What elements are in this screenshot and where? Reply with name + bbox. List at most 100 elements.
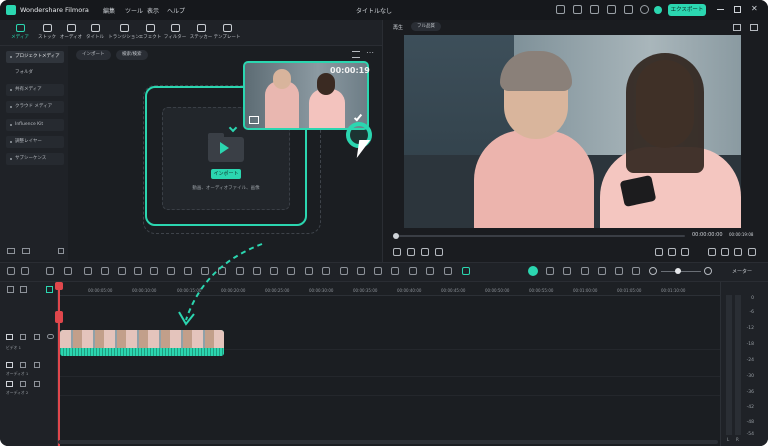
tab-stickers[interactable]: ステッカー [187,23,215,45]
tab-titles[interactable]: タイトル [81,23,109,45]
stop-icon[interactable] [435,248,443,256]
magnet-icon[interactable] [46,286,53,293]
lock-icon[interactable] [20,334,26,340]
next-frame-icon[interactable] [421,248,429,256]
tracking-icon[interactable] [391,267,399,275]
info-icon[interactable] [624,5,633,14]
scrubber-handle[interactable] [393,233,399,239]
speaker-icon[interactable] [34,362,40,368]
split-icon[interactable] [681,248,689,256]
display-icon[interactable] [708,248,716,256]
undo-icon[interactable] [46,267,54,275]
ripple-icon[interactable] [444,267,452,275]
speed-icon[interactable] [150,267,158,275]
mic-icon[interactable] [581,267,589,275]
redo-icon[interactable] [64,267,72,275]
playhead-top[interactable] [55,282,63,290]
menu-edit[interactable]: 編集 [103,6,115,15]
preview-video[interactable] [404,35,741,228]
tag-icon[interactable] [563,267,571,275]
zoom-out-icon[interactable] [649,267,657,275]
more-icon[interactable]: ⋯ [366,48,374,57]
marker-icon[interactable] [357,267,365,275]
detach-icon[interactable] [322,267,330,275]
eye-icon[interactable] [47,334,54,339]
account-avatar[interactable] [654,6,662,14]
menu-view[interactable]: 表示 [147,6,159,15]
snapshot-icon[interactable] [733,24,741,31]
stabilize-icon[interactable] [270,267,278,275]
import-dropdown[interactable]: インポート [76,50,111,60]
cut-icon[interactable] [101,267,109,275]
export-button[interactable]: エクスポート [668,4,706,16]
timeline-scrollbar[interactable] [58,440,718,444]
fullscreen-icon[interactable] [748,248,756,256]
save-icon[interactable] [590,5,599,14]
sidebar-item-shared-media[interactable]: 共有メディア [6,84,64,96]
search-filter-dropdown[interactable]: 検索/検索 [116,50,148,60]
voiceover-icon[interactable] [598,267,606,275]
sidebar-item-cloud-media[interactable]: クラウド メディア [6,101,64,113]
maximize-icon[interactable] [734,6,741,13]
grid-icon[interactable] [632,267,640,275]
new-folder-icon[interactable] [7,248,15,254]
delete-icon[interactable] [84,267,92,275]
add-track-icon[interactable] [7,286,14,293]
close-icon[interactable]: ✕ [751,4,758,13]
bracket-icon[interactable] [426,267,434,275]
zoom-handle[interactable] [675,268,681,274]
minimize-icon[interactable] [717,9,724,10]
tab-templates[interactable]: テンプレート [212,23,242,45]
sidebar-item-subsequence[interactable]: サブシーケンス [6,153,64,165]
cloud-icon[interactable] [607,5,616,14]
collapse-icon[interactable] [58,248,64,254]
beat-icon[interactable] [409,267,417,275]
image-icon[interactable] [750,24,758,31]
mark-out-icon[interactable] [668,248,676,256]
zoom-slider[interactable] [661,271,701,272]
send-icon[interactable] [556,5,565,14]
audio-lane-1[interactable] [58,358,720,377]
tab-media[interactable]: メディア [6,23,34,45]
snapshot-tl-icon[interactable] [615,267,623,275]
sidebar-item-adjustment-layer[interactable]: 調整レイヤー [6,136,64,148]
tab-effects[interactable]: エフェクト [136,23,164,45]
menu-help[interactable]: ヘルプ [167,6,185,15]
folder-icon[interactable] [22,248,30,254]
zoom-in-icon[interactable] [704,267,712,275]
text-tool-icon[interactable] [134,267,142,275]
import-button[interactable]: インポート [211,169,241,179]
group-icon[interactable] [340,267,348,275]
sidebar-item-project-media[interactable]: プロジェクトメディア [6,51,64,63]
link-icon[interactable] [462,267,470,275]
audio-lane-2[interactable] [58,377,720,396]
lock-icon[interactable] [20,381,26,387]
volume-icon[interactable] [734,248,742,256]
preview-scrubber[interactable] [395,235,685,237]
help-icon[interactable] [640,5,649,14]
mark-in-icon[interactable] [655,248,663,256]
shield-icon[interactable] [546,267,554,275]
playhead-handle[interactable] [55,311,63,323]
prev-frame-icon[interactable] [393,248,401,256]
speaker-icon[interactable] [34,334,40,340]
lock-icon[interactable] [20,362,26,368]
playhead[interactable] [58,282,60,446]
tab-filters[interactable]: フィルター [161,23,189,45]
render-icon[interactable] [528,266,538,276]
crop-icon[interactable] [118,267,126,275]
speaker-icon[interactable] [34,381,40,387]
bell-icon[interactable] [573,5,582,14]
sidebar-item-folder[interactable]: フォルダ [6,67,64,79]
camera-icon[interactable] [721,248,729,256]
select-tool-icon[interactable] [21,267,29,275]
play-icon[interactable] [407,248,415,256]
filter-icon[interactable] [352,51,360,58]
layout-icon[interactable] [7,267,15,275]
link-track-icon[interactable] [20,286,27,293]
menu-tools[interactable]: ツール [125,6,143,15]
split-screen-icon[interactable] [374,267,382,275]
motion-icon[interactable] [305,267,313,275]
freeze-icon[interactable] [287,267,295,275]
sidebar-item-influence-kit[interactable]: Influence Kit [6,119,64,131]
